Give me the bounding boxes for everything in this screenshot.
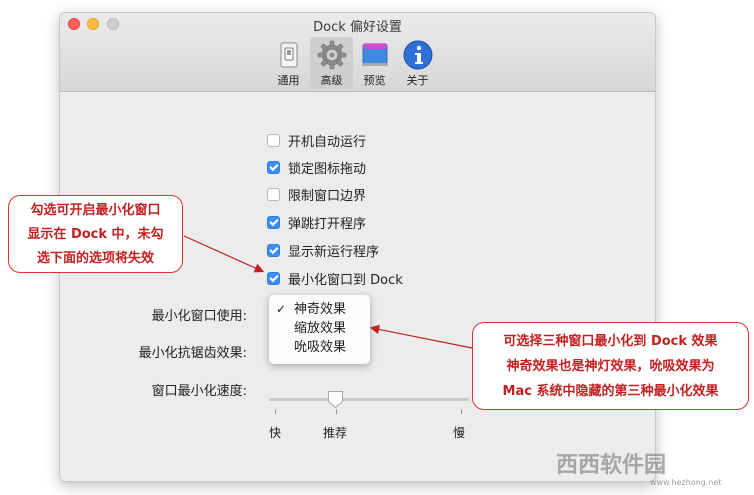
checkbox[interactable] (267, 215, 280, 229)
option-label: 限制窗口边界 (288, 188, 367, 204)
tab-general-label: 通用 (277, 74, 300, 87)
tab-advanced-label: 高级 (320, 74, 343, 87)
checkbox[interactable] (267, 160, 280, 174)
tab-preview-label: 预览 (363, 74, 386, 87)
slider-tick (275, 409, 276, 414)
antialias-label: 最小化抗锯齿效果: (138, 346, 247, 361)
minimize-effect-label: 最小化窗口使用: (151, 309, 247, 324)
option-bounce-open[interactable]: 弹跳打开程序 (267, 213, 367, 232)
minimize-effect-menu[interactable]: ✓ 神奇效果 缩放效果 吮吸效果 (269, 295, 370, 364)
option-label: 开机自动运行 (288, 134, 367, 150)
speed-fast-label: 快 (269, 426, 282, 440)
checkmark-icon: ✓ (276, 302, 287, 316)
annotation-right: 可选择三种窗口最小化到 Dock 效果 神奇效果也是神灯效果，吮吸效果为 Mac… (472, 322, 749, 410)
option-lock-icon-drag[interactable]: 锁定图标拖动 (267, 158, 367, 177)
general-icon (280, 42, 297, 68)
tab-preview[interactable]: 预览 (353, 37, 396, 89)
effect-option-scale[interactable]: 缩放效果 (269, 319, 370, 338)
preferences-toolbar: 通用 高级 预览 关于 (267, 37, 439, 89)
speed-slider-track[interactable] (269, 398, 469, 401)
option-label: 锁定图标拖动 (288, 161, 367, 177)
tab-general[interactable]: 通用 (267, 37, 310, 89)
speed-slow-label: 慢 (453, 426, 466, 440)
checkbox[interactable] (267, 271, 280, 285)
option-limit-window-bounds[interactable]: 限制窗口边界 (267, 185, 367, 204)
option-label: 弹跳打开程序 (288, 216, 367, 232)
window-title: Dock 偏好设置 (313, 20, 402, 35)
preview-icon (361, 43, 388, 66)
title-bar: Dock 偏好设置 通用 高级 预览 关于 (60, 13, 655, 92)
watermark-url: www.hezhong.net (650, 478, 722, 487)
annotation-left: 勾选可开启最小化窗口 显示在 Dock 中，未勾 选下面的选项将失效 (8, 195, 183, 273)
checkbox[interactable] (267, 243, 280, 257)
option-label: 显示新运行程序 (288, 244, 380, 260)
speed-recommended-label: 推荐 (323, 426, 348, 440)
option-minimize-to-dock[interactable]: 最小化窗口到 Dock (267, 269, 403, 288)
option-label: 最小化窗口到 Dock (288, 272, 403, 288)
minimize-speed-label: 窗口最小化速度: (151, 384, 247, 399)
tab-advanced[interactable]: 高级 (310, 37, 353, 89)
gear-icon (317, 40, 346, 70)
tab-about[interactable]: 关于 (396, 37, 439, 89)
info-icon (403, 40, 432, 70)
slider-tick (461, 409, 462, 414)
checkbox[interactable] (267, 187, 280, 201)
checkbox[interactable] (267, 133, 280, 147)
option-show-new-apps[interactable]: 显示新运行程序 (267, 241, 380, 260)
advanced-pane: 开机自动运行 锁定图标拖动 限制窗口边界 弹跳打开程序 显示新运行程序 最小化窗… (60, 93, 655, 481)
option-launch-at-login[interactable]: 开机自动运行 (267, 131, 367, 150)
effect-option-genie[interactable]: ✓ 神奇效果 (269, 300, 370, 319)
slider-tick (336, 409, 337, 414)
speed-slider-thumb[interactable] (327, 390, 344, 409)
effect-option-suck[interactable]: 吮吸效果 (269, 338, 370, 357)
tab-about-label: 关于 (406, 74, 429, 87)
